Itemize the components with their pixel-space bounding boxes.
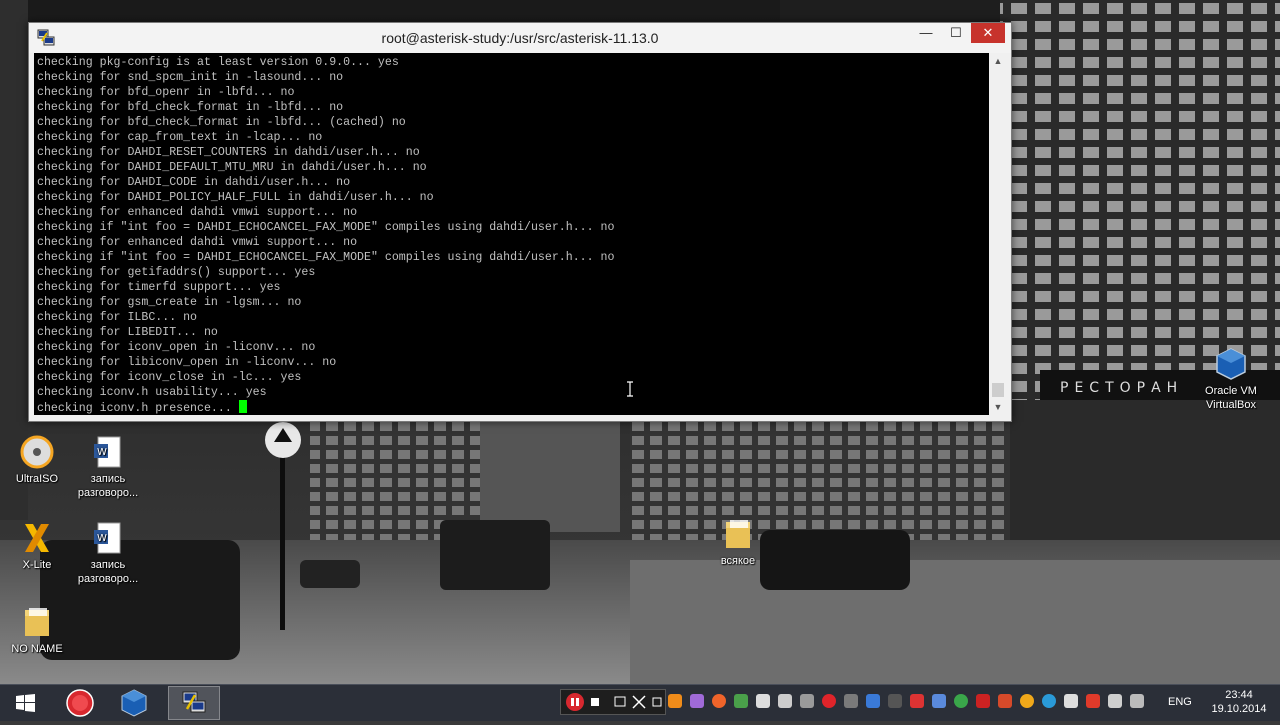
terminal-output: checking pkg-config is at least version … <box>37 55 614 415</box>
tray-icon[interactable] <box>1086 694 1100 708</box>
terminal-line: checking for DAHDI_CODE in dahdi/user.h.… <box>37 176 351 189</box>
terminal-line: checking for DAHDI_RESET_COUNTERS in dah… <box>37 146 420 159</box>
svg-text:РЕСТОРАН: РЕСТОРАН <box>1060 380 1183 396</box>
scroll-thumb[interactable] <box>992 383 1004 397</box>
tray-icon[interactable] <box>1108 694 1122 708</box>
tray-icon[interactable] <box>888 694 902 708</box>
taskbar-virtualbox[interactable] <box>108 686 160 720</box>
close-button[interactable]: ✕ <box>971 23 1005 43</box>
desktop-icon-label: UltraISO <box>15 473 59 485</box>
desktop-icon-ultraiso[interactable]: UltraISO <box>2 434 72 486</box>
terminal-line: checking for iconv_open in -liconv... no <box>37 341 316 354</box>
desktop-icon-xlite[interactable]: X-Lite <box>2 520 72 572</box>
word-document-icon: W <box>94 436 121 468</box>
taskbar-recorder[interactable] <box>54 686 106 720</box>
xlite-icon <box>25 524 49 552</box>
terminal-line: checking iconv.h presence... <box>37 400 614 415</box>
terminal-line: checking for timerfd support... yes <box>37 281 281 294</box>
terminal-line: checking for cap_from_text in -lcap... n… <box>37 131 323 144</box>
virtualbox-icon <box>121 689 147 717</box>
taskbar: ENG 23:44 19.10.2014 <box>0 684 1280 721</box>
svg-text:W: W <box>97 447 107 458</box>
terminal-area[interactable]: checking pkg-config is at least version … <box>34 53 989 415</box>
terminal-line: checking if "int foo = DAHDI_ECHOCANCEL_… <box>37 251 615 264</box>
taskbar-clock[interactable]: 23:44 19.10.2014 <box>1206 688 1272 716</box>
terminal-line: checking for bfd_check_format in -lbfd..… <box>37 116 406 129</box>
tray-icon[interactable] <box>822 694 836 708</box>
putty-window[interactable]: root@asterisk-study:/usr/src/asterisk-11… <box>28 22 1012 422</box>
desktop-icon-label: запись разговоро... <box>77 559 139 585</box>
tray-icon[interactable] <box>1130 694 1144 708</box>
tray-icon[interactable] <box>954 694 968 708</box>
ibeam-cursor-icon <box>627 381 633 397</box>
virtualbox-icon <box>1216 348 1246 380</box>
desktop-icon-label: запись разговоро... <box>77 473 139 499</box>
tray-icon[interactable] <box>1020 694 1034 708</box>
tray-icon[interactable] <box>756 694 770 708</box>
tray-icon[interactable] <box>866 694 880 708</box>
start-button[interactable] <box>0 686 52 720</box>
terminal-line: checking for gsm_create in -lgsm... no <box>37 296 302 309</box>
terminal-line: checking pkg-config is at least version … <box>37 56 399 69</box>
terminal-line: checking iconv.h usability... yes <box>37 386 267 399</box>
clock-time: 23:44 <box>1225 689 1253 701</box>
minimize-button[interactable]: — <box>911 23 941 43</box>
window-title: root@asterisk-study:/usr/src/asterisk-11… <box>381 30 659 46</box>
recording-controls[interactable] <box>560 689 666 715</box>
tray-icon[interactable] <box>1064 694 1078 708</box>
record-icon <box>66 689 94 717</box>
windows-logo-icon <box>16 694 35 712</box>
terminal-line: checking for enhanced dahdi vmwi support… <box>37 206 358 219</box>
desktop-icon-label: Oracle VM VirtualBox <box>1205 385 1257 411</box>
desktop-icon-noname[interactable]: NO NAME <box>2 604 72 656</box>
tray-icon[interactable] <box>778 694 792 708</box>
desktop-icon-label: всякое <box>720 555 756 567</box>
terminal-line: checking for iconv_close in -lc... yes <box>37 371 302 384</box>
scroll-up-arrow-icon[interactable]: ▲ <box>990 53 1006 69</box>
tray-icon[interactable] <box>690 694 704 708</box>
tray-icon[interactable] <box>1042 694 1056 708</box>
tray-icon[interactable] <box>844 694 858 708</box>
tray-icon[interactable] <box>910 694 924 708</box>
desktop-icon-folder[interactable]: всякое <box>703 516 773 568</box>
tray-icon[interactable] <box>668 694 682 708</box>
terminal-line: checking for DAHDI_POLICY_HALF_FULL in d… <box>37 191 434 204</box>
desktop-icon-virtualbox[interactable]: Oracle VM VirtualBox <box>1196 346 1266 412</box>
taskbar-putty[interactable] <box>168 686 220 720</box>
desktop-icon-doc2[interactable]: W запись разговоро... <box>73 520 143 586</box>
terminal-line: checking for getifaddrs() support... yes <box>37 266 316 279</box>
terminal-line: checking for LIBEDIT... no <box>37 326 218 339</box>
terminal-line: checking for snd_spcm_init in -lasound..… <box>37 71 344 84</box>
tray-icon[interactable] <box>734 694 748 708</box>
desktop-icon-label: NO NAME <box>11 643 63 655</box>
svg-text:W: W <box>97 533 107 544</box>
clock-date: 19.10.2014 <box>1211 703 1267 715</box>
terminal-line: checking for bfd_check_format in -lbfd..… <box>37 101 344 114</box>
tray-icon[interactable] <box>998 694 1012 708</box>
terminal-line: checking for bfd_openr in -lbfd... no <box>37 86 295 99</box>
tray-icon[interactable] <box>800 694 814 708</box>
tray-icon[interactable] <box>932 694 946 708</box>
folder-icon <box>726 520 750 548</box>
terminal-line: checking for libiconv_open in -liconv...… <box>37 356 337 369</box>
tray-icon[interactable] <box>976 694 990 708</box>
scroll-down-arrow-icon[interactable]: ▼ <box>990 399 1006 415</box>
disc-icon <box>20 435 54 469</box>
input-language[interactable]: ENG <box>1168 696 1192 708</box>
tray-icon[interactable] <box>712 694 726 708</box>
terminal-line: checking for enhanced dahdi vmwi support… <box>37 236 358 249</box>
desktop-icon-label: X-Lite <box>22 559 52 571</box>
window-titlebar[interactable]: root@asterisk-study:/usr/src/asterisk-11… <box>29 23 1011 53</box>
desktop-icon-doc1[interactable]: W запись разговоро... <box>73 434 143 500</box>
terminal-line: checking if "int foo = DAHDI_ECHOCANCEL_… <box>37 221 615 234</box>
recording-toolbar-icons <box>566 693 662 711</box>
terminal-line: checking for ILBC... no <box>37 311 198 324</box>
vertical-scrollbar[interactable]: ▲ ▼ <box>990 53 1006 415</box>
putty-icon <box>182 691 206 713</box>
terminal-cursor <box>238 400 247 413</box>
terminal-line: checking for DAHDI_DEFAULT_MTU_MRU in da… <box>37 161 427 174</box>
word-document-icon: W <box>94 522 121 554</box>
folder-icon <box>25 608 49 636</box>
maximize-button[interactable]: ☐ <box>941 23 971 43</box>
